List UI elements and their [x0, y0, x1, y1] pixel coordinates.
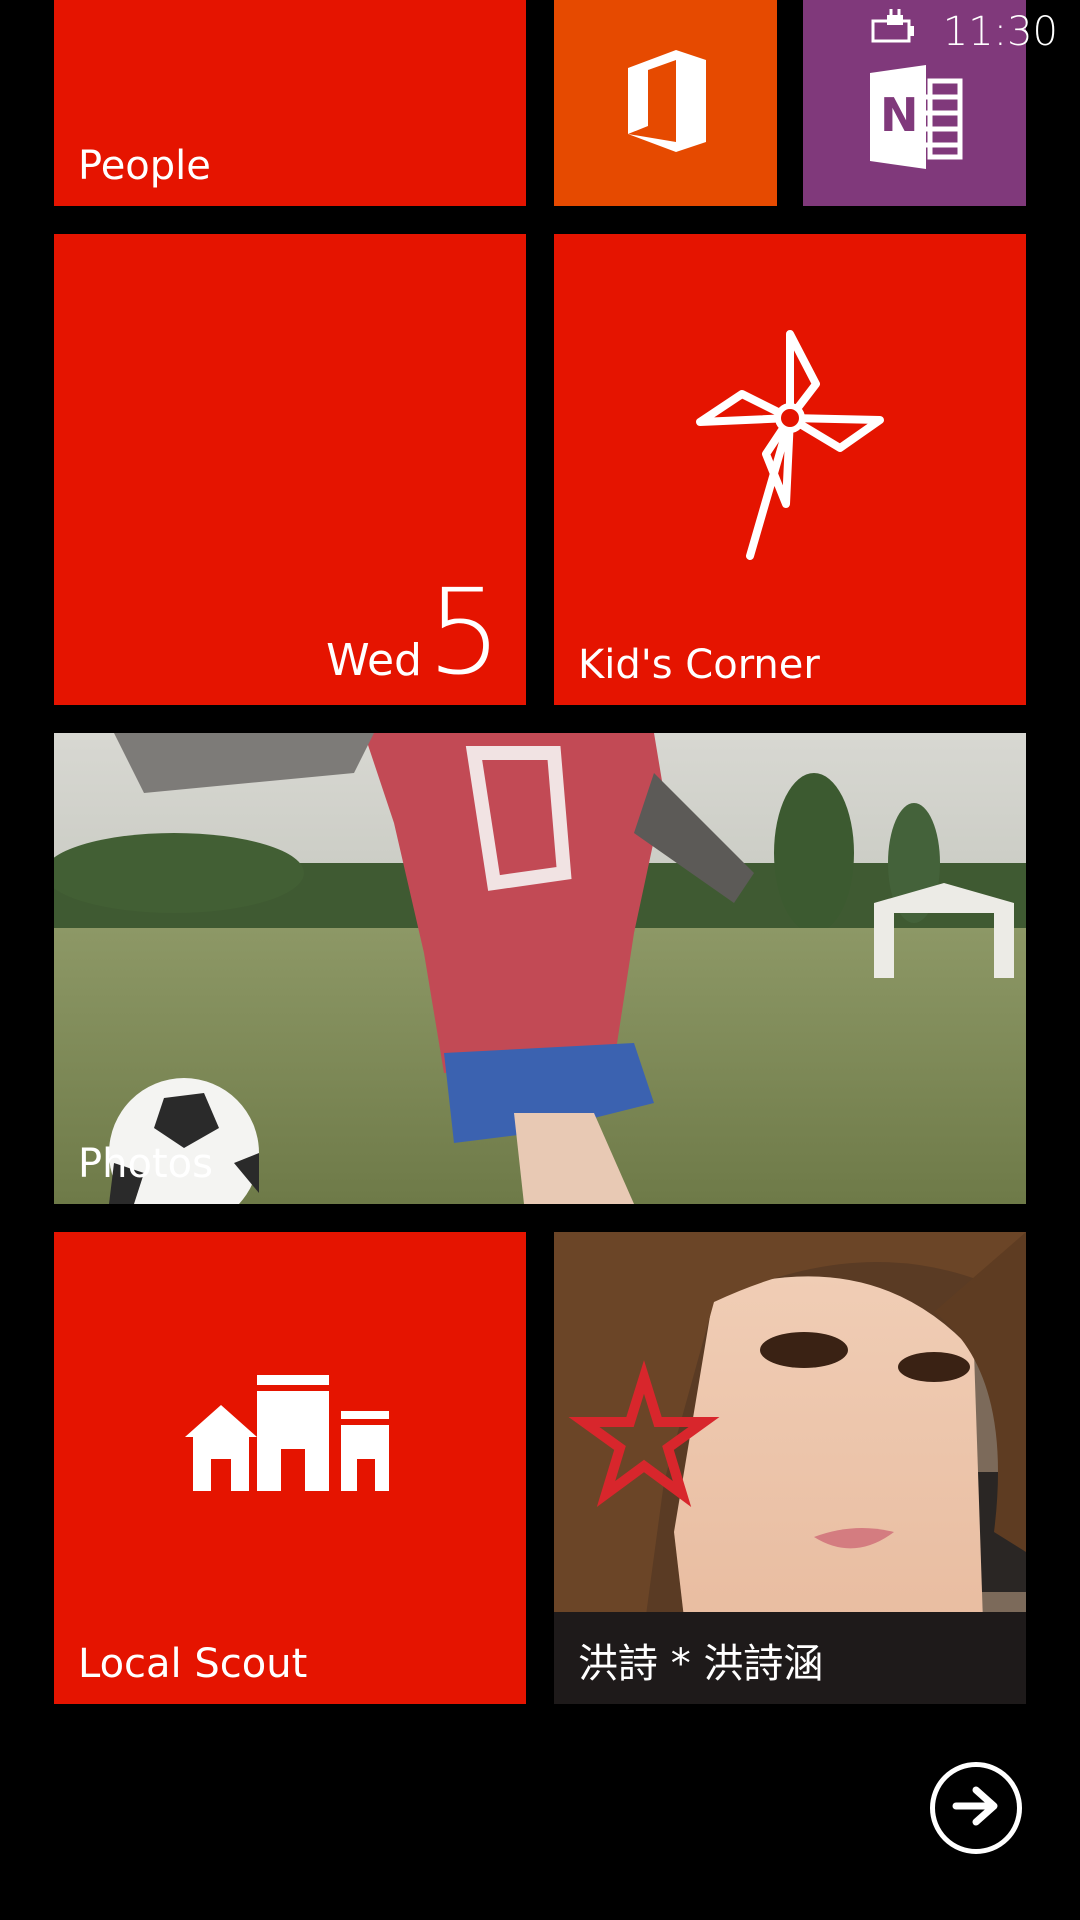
photo-image — [54, 733, 1026, 1204]
tile-label: People — [78, 143, 211, 189]
tile-photos[interactable]: Photos — [54, 733, 1026, 1204]
tile-label: Kid's Corner — [578, 642, 820, 688]
onenote-icon: N — [860, 61, 970, 177]
battery-charging-icon — [869, 7, 929, 57]
tile-office[interactable] — [554, 0, 777, 206]
tile-contact[interactable]: 洪詩 * 洪詩涵 — [554, 1232, 1026, 1704]
contact-photo — [554, 1232, 1026, 1704]
tile-label: Local Scout — [78, 1641, 308, 1687]
office-icon — [618, 46, 714, 160]
tile-kids-corner[interactable]: Kid's Corner — [554, 234, 1026, 705]
pinwheel-icon — [690, 324, 890, 568]
tile-label: Photos — [78, 1141, 213, 1187]
tile-calendar[interactable]: Wed 5 — [54, 234, 526, 705]
tile-label: 洪詩 * 洪詩涵 — [578, 1641, 824, 1687]
calendar-weekday: Wed — [326, 635, 422, 686]
arrow-right-circle-icon — [952, 1786, 1000, 1830]
tile-local-scout[interactable]: Local Scout — [54, 1232, 526, 1704]
app-list-button[interactable] — [930, 1762, 1022, 1854]
tile-people[interactable]: People — [54, 0, 526, 206]
buildings-icon — [185, 1374, 395, 1495]
status-bar: 11:30 — [869, 0, 1080, 64]
calendar-day: 5 — [426, 563, 502, 701]
clock: 11:30 — [942, 9, 1058, 55]
svg-text:N: N — [880, 88, 919, 142]
